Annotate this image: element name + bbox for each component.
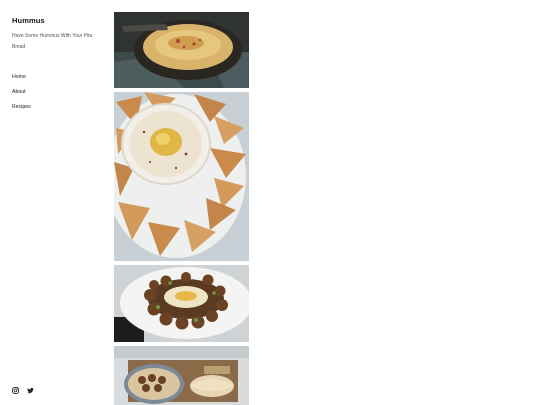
site-title[interactable]: Hummus	[12, 16, 45, 25]
page: Hummus Have Some Hummus With Your Pita B…	[0, 0, 540, 405]
sidebar: Hummus Have Some Hummus With Your Pita B…	[0, 0, 110, 405]
hummus-platter-with-pita-photo[interactable]	[114, 346, 249, 405]
hummus-with-pita-chips-photo[interactable]	[114, 92, 249, 261]
social-links	[12, 381, 34, 394]
twitter-icon[interactable]	[27, 381, 34, 394]
site-tagline: Have Some Hummus With Your Pita Bread	[12, 33, 93, 50]
falafel-around-hummus-photo[interactable]	[114, 265, 249, 342]
nav-item-about[interactable]: About	[12, 87, 31, 102]
instagram-icon[interactable]	[12, 381, 19, 394]
nav-item-home[interactable]: Home	[12, 72, 31, 87]
nav-item-recipes[interactable]: Recipes	[12, 102, 31, 117]
hummus-bowl-photo[interactable]	[114, 12, 249, 88]
main-nav: Home About Recipes	[12, 72, 31, 116]
